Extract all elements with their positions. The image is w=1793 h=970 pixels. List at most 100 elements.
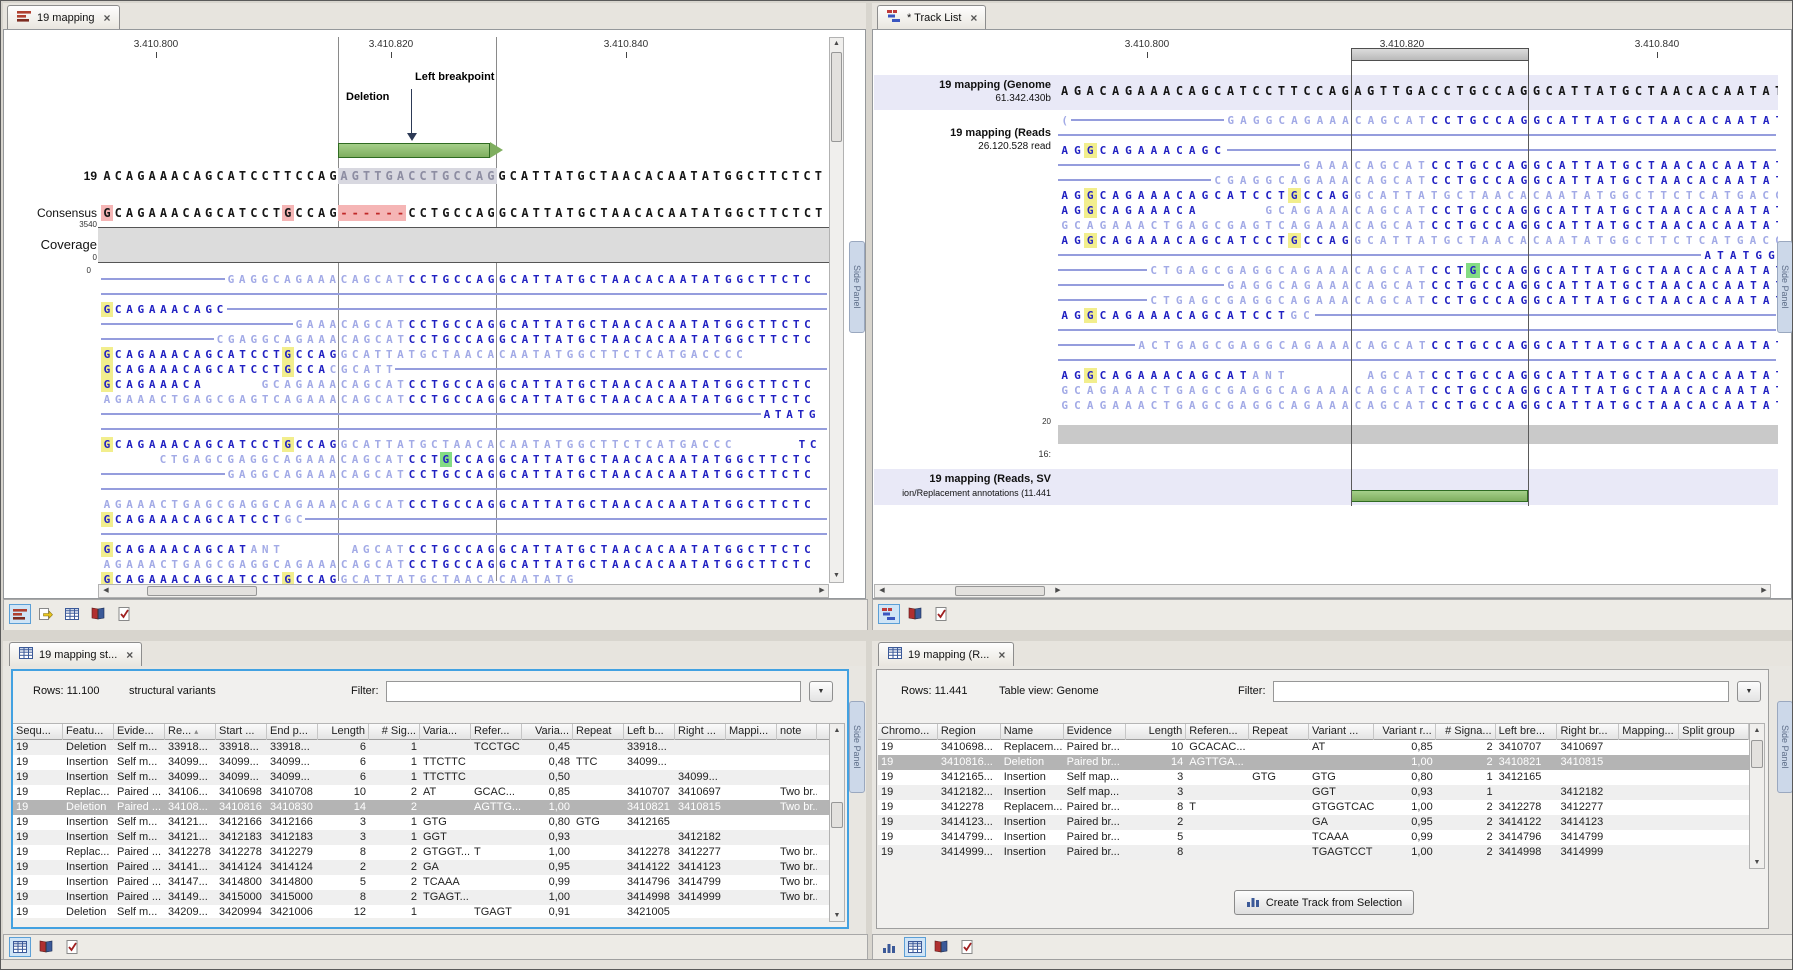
- table-row[interactable]: 19DeletionSelf m...34209...3420994342100…: [13, 905, 829, 918]
- table-icon[interactable]: [61, 604, 83, 624]
- sv-deletion-annotation[interactable]: [1351, 490, 1528, 502]
- column-header[interactable]: Region: [938, 724, 1001, 741]
- tab-19-mapping[interactable]: 19 mapping ×: [7, 5, 120, 29]
- table-row[interactable]: 19Replac...Paired ...3412278341227834122…: [13, 845, 829, 860]
- filter-options-button[interactable]: ▼: [1737, 681, 1761, 702]
- tracklist-hscrollbar[interactable]: ◀ ▶ ▶: [874, 584, 1771, 598]
- column-header[interactable]: Evide...: [114, 724, 165, 741]
- table-row[interactable]: 19Replac...Paired ...34106...34106983410…: [13, 785, 829, 800]
- horizontal-splitter[interactable]: [1, 629, 1793, 641]
- chart-icon[interactable]: [878, 937, 900, 957]
- table-row[interactable]: 193410698...Replacem...Paired br...10GCA…: [878, 740, 1749, 755]
- mapping-vscrollbar[interactable]: ▲ ▼: [829, 37, 844, 583]
- table-cell: 1,00: [522, 800, 573, 815]
- table-icon[interactable]: [904, 937, 926, 957]
- table-row[interactable]: 193412278Replacem...Paired br...8TGTGGTC…: [878, 800, 1749, 815]
- filter-input[interactable]: [1273, 681, 1729, 702]
- filter-input[interactable]: [386, 681, 801, 702]
- tab-19-mapping-reads[interactable]: 19 mapping (R... ×: [878, 642, 1014, 666]
- table-row[interactable]: 19DeletionPaired ...34108...341081634108…: [13, 800, 829, 815]
- book-icon[interactable]: [35, 937, 57, 957]
- table-row[interactable]: 19InsertionSelf m...34121...341216634121…: [13, 815, 829, 830]
- mapping-hscrollbar[interactable]: ◀ ▶: [98, 584, 829, 598]
- column-header[interactable]: Right br...: [1557, 724, 1619, 741]
- column-header[interactable]: Evidence: [1064, 724, 1127, 741]
- table-row[interactable]: 193414799...InsertionPaired br...5TCAAA0…: [878, 830, 1749, 845]
- close-icon[interactable]: ×: [126, 650, 133, 660]
- table-cell: 2: [369, 875, 420, 890]
- table-row[interactable]: 193414123...InsertionPaired br...2GA0,95…: [878, 815, 1749, 830]
- column-header[interactable]: Length: [1126, 724, 1186, 741]
- side-panel-tab[interactable]: Side Panel: [849, 241, 865, 333]
- column-header[interactable]: Length: [318, 724, 369, 741]
- close-icon[interactable]: ×: [998, 650, 1005, 660]
- column-header[interactable]: Name: [1001, 724, 1064, 741]
- table-row[interactable]: 19InsertionSelf m...34099...34099...3409…: [13, 770, 829, 785]
- selection-box-handle[interactable]: [1351, 48, 1529, 61]
- table-row[interactable]: 193412165...InsertionSelf map...3GTGGTG0…: [878, 770, 1749, 785]
- tab-track-list[interactable]: * Track List ×: [877, 5, 986, 29]
- table-row[interactable]: 193410816...DeletionPaired br...14AGTTGA…: [878, 755, 1749, 770]
- table-row[interactable]: 19DeletionSelf m...33918...33918...33918…: [13, 740, 829, 755]
- column-header[interactable]: Left bre...: [1496, 724, 1558, 741]
- report-icon[interactable]: [61, 937, 83, 957]
- export-graphics-icon[interactable]: [35, 604, 57, 624]
- table-cell: 0,50: [522, 770, 573, 785]
- alignment-icon[interactable]: [9, 604, 31, 624]
- table-row[interactable]: 19InsertionSelf m...34121...341218334121…: [13, 830, 829, 845]
- column-header[interactable]: Sequ...: [13, 724, 63, 741]
- tab-19-mapping-structural[interactable]: 19 mapping st... ×: [9, 642, 142, 666]
- column-header[interactable]: Mapping...: [1619, 724, 1679, 741]
- table-row[interactable]: 19InsertionSelf m...34099...34099...3409…: [13, 755, 829, 770]
- table-row[interactable]: 19InsertionPaired ...34147...34148003414…: [13, 875, 829, 890]
- consensus-label: Consensus: [19, 206, 97, 220]
- table-row[interactable]: 19InsertionPaired ...34141...34141243414…: [13, 860, 829, 875]
- column-header[interactable]: Varia...: [522, 724, 573, 741]
- table-cell: 5: [1126, 830, 1186, 845]
- tracklist-icon[interactable]: [878, 604, 900, 624]
- varianttable-vscrollbar[interactable]: ▲ ▼: [1749, 723, 1765, 869]
- column-header[interactable]: Right ...: [675, 724, 726, 741]
- table-cell: 2: [1436, 740, 1496, 755]
- column-header[interactable]: Repeat: [1249, 724, 1309, 741]
- side-panel-tab[interactable]: Side Panel: [849, 701, 865, 793]
- report-icon[interactable]: [930, 604, 952, 624]
- column-header[interactable]: Start ...: [216, 724, 267, 741]
- side-panel-tab[interactable]: Side Panel: [1777, 241, 1793, 333]
- column-header[interactable]: Refer...: [471, 724, 522, 741]
- column-header[interactable]: Featu...: [63, 724, 114, 741]
- close-icon[interactable]: ×: [970, 13, 977, 23]
- column-header[interactable]: Left b...: [624, 724, 675, 741]
- column-header[interactable]: Split group: [1679, 724, 1749, 741]
- table-row[interactable]: 193412182...InsertionSelf map...3GGT0,93…: [878, 785, 1749, 800]
- book-icon[interactable]: [904, 604, 926, 624]
- table-icon[interactable]: [9, 937, 31, 957]
- report-icon[interactable]: [113, 604, 135, 624]
- table-row[interactable]: 193414999...InsertionPaired br...8TGAGTC…: [878, 845, 1749, 860]
- column-header[interactable]: Variant ...: [1309, 724, 1374, 741]
- report-icon[interactable]: [956, 937, 978, 957]
- close-icon[interactable]: ×: [104, 13, 111, 23]
- create-track-from-selection-button[interactable]: Create Track from Selection: [1234, 890, 1414, 915]
- book-icon[interactable]: [930, 937, 952, 957]
- svtable-vscrollbar[interactable]: ▲ ▼: [829, 723, 845, 922]
- column-header[interactable]: Referen...: [1186, 724, 1249, 741]
- deletion-annotation-arrow[interactable]: [338, 143, 490, 158]
- column-header[interactable]: Chromo...: [878, 724, 938, 741]
- column-header[interactable]: Variant r...: [1374, 724, 1436, 741]
- book-icon[interactable]: [87, 604, 109, 624]
- table-row[interactable]: 19InsertionPaired ...34149...34150003415…: [13, 890, 829, 905]
- column-header[interactable]: note: [777, 724, 817, 741]
- column-header[interactable]: # Sig...: [369, 724, 420, 741]
- column-header[interactable]: End p...: [267, 724, 318, 741]
- column-header[interactable]: # Signa...: [1436, 724, 1496, 741]
- breakpoint-arrow-line: [411, 89, 412, 135]
- filter-options-button[interactable]: ▼: [809, 681, 833, 702]
- table-cell: 19: [878, 740, 938, 755]
- side-panel-tab[interactable]: Side Panel: [1777, 701, 1793, 793]
- column-header[interactable]: Mappi...: [726, 724, 777, 741]
- column-header[interactable]: Re... ▴: [165, 724, 216, 741]
- read-row: [101, 527, 829, 542]
- column-header[interactable]: Repeat: [573, 724, 624, 741]
- column-header[interactable]: Varia...: [420, 724, 471, 741]
